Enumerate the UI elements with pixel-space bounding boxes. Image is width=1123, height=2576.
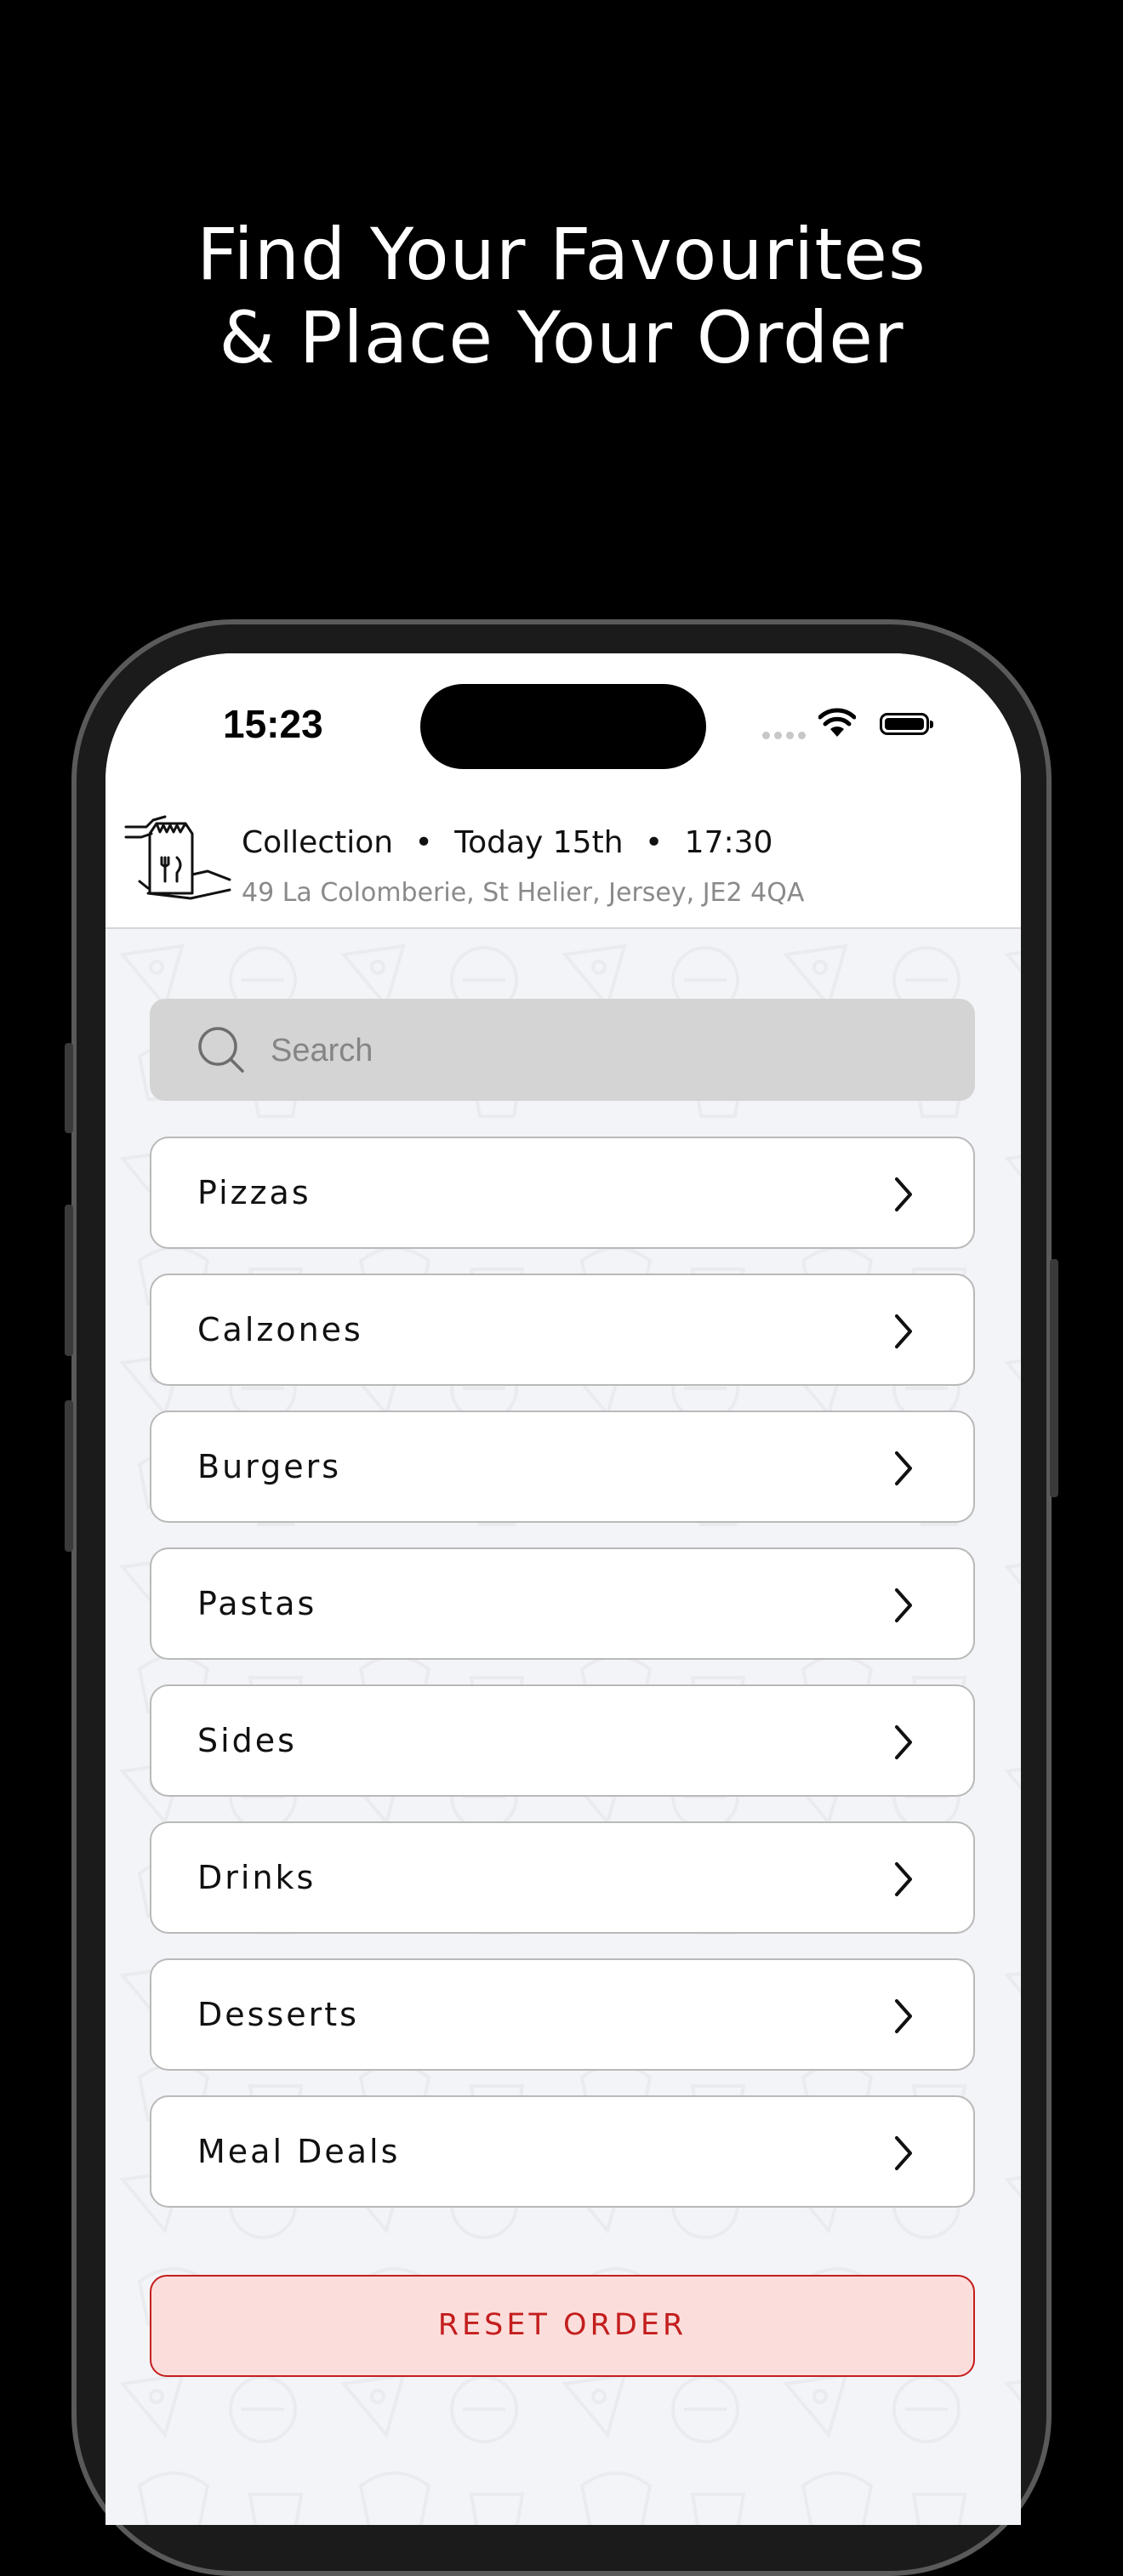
signal-icon <box>762 732 806 739</box>
category-label: Desserts <box>197 1996 359 2033</box>
chevron-right-icon <box>895 1862 912 1896</box>
category-item-calzones[interactable]: Calzones <box>150 1274 975 1386</box>
search-icon <box>198 1027 244 1073</box>
chevron-right-icon <box>895 1451 912 1485</box>
chevron-right-icon <box>895 1588 912 1622</box>
category-item-pastas[interactable]: Pastas <box>150 1547 975 1660</box>
order-day: Today 15th <box>454 825 624 860</box>
search-input[interactable] <box>269 999 953 1103</box>
chevron-right-icon <box>895 1314 912 1348</box>
separator-dot: • <box>644 825 664 860</box>
category-label: Pastas <box>197 1585 317 1622</box>
search-bar[interactable] <box>150 999 975 1103</box>
chevron-right-icon <box>895 1725 912 1759</box>
status-bar: 15:23 <box>105 653 1021 798</box>
chevron-right-icon <box>895 1999 912 2033</box>
chevron-right-icon <box>895 2136 912 2170</box>
category-label: Burgers <box>197 1448 342 1485</box>
chevron-right-icon <box>895 1177 912 1211</box>
category-item-pizzas[interactable]: Pizzas <box>150 1137 975 1249</box>
category-label: Pizzas <box>197 1174 311 1211</box>
category-label: Meal Deals <box>197 2133 401 2170</box>
reset-order-button[interactable]: RESET ORDER <box>150 2275 975 2377</box>
order-time: 17:30 <box>684 825 773 860</box>
promo-headline: Find Your Favourites & Place Your Order <box>0 213 1123 379</box>
order-mode: Collection <box>242 825 394 860</box>
order-summary-line: Collection • Today 15th • 17:30 <box>242 825 772 860</box>
promo-headline-line-2: & Place Your Order <box>219 296 904 379</box>
category-label: Drinks <box>197 1859 316 1896</box>
promo-headline-line-1: Find Your Favourites <box>197 213 926 296</box>
side-button-silent <box>65 1043 73 1133</box>
category-item-desserts[interactable]: Desserts <box>150 1958 975 2071</box>
separator-dot: • <box>414 825 433 860</box>
dynamic-island <box>420 684 706 769</box>
order-header[interactable]: Collection • Today 15th • 17:30 49 La Co… <box>105 798 1021 929</box>
side-button-power <box>1050 1259 1058 1497</box>
wifi-icon <box>818 708 856 737</box>
category-item-sides[interactable]: Sides <box>150 1684 975 1797</box>
battery-icon <box>880 713 933 735</box>
side-button-volume-up <box>65 1205 73 1356</box>
status-time: 15:23 <box>223 702 323 746</box>
category-item-burgers[interactable]: Burgers <box>150 1411 975 1523</box>
app-screen: 15:23 Collection • Today 15th • 17:30 49… <box>105 653 1021 2525</box>
collection-bag-icon <box>124 815 231 900</box>
category-label: Sides <box>197 1722 297 1759</box>
category-label: Calzones <box>197 1311 363 1348</box>
category-item-drinks[interactable]: Drinks <box>150 1821 975 1934</box>
category-item-meal-deals[interactable]: Meal Deals <box>150 2095 975 2208</box>
side-button-volume-down <box>65 1400 73 1552</box>
order-address: 49 La Colomberie, St Helier, Jersey, JE2… <box>242 878 805 908</box>
